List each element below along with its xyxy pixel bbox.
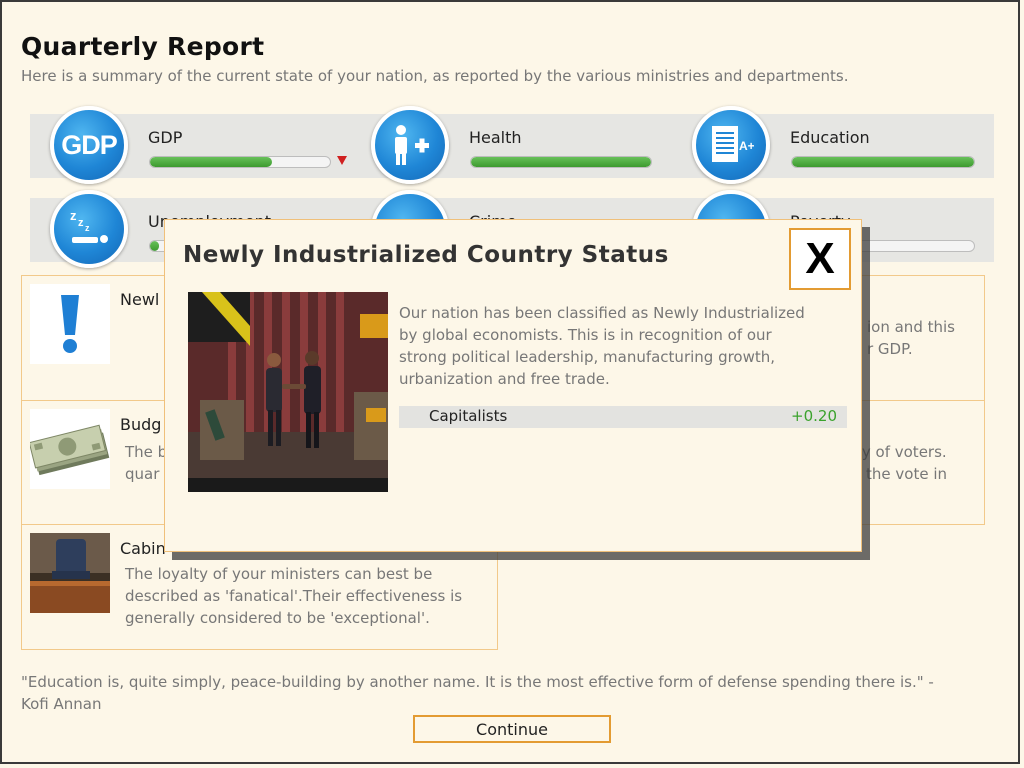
card-title: Cabin [120, 539, 166, 558]
effect-row: Capitalists +0.20 [399, 406, 847, 428]
svg-text:z: z [85, 223, 90, 233]
education-progress-bar [791, 156, 975, 168]
gdp-icon[interactable]: GDP [50, 106, 128, 184]
quote: "Education is, quite simply, peace-build… [21, 673, 934, 713]
continue-button[interactable]: Continue [413, 715, 611, 743]
card-text: The b quar [125, 443, 168, 483]
effect-group-name: Capitalists [429, 407, 508, 425]
unemployment-icon[interactable]: z z z [50, 190, 128, 268]
card-title: Newl [120, 290, 160, 309]
stat-label: Health [469, 128, 522, 147]
person-plus-icon [395, 125, 429, 165]
page-title: Quarterly Report [21, 32, 265, 61]
card-text: ion and this r GDP. [867, 318, 955, 358]
alert-icon [30, 284, 110, 364]
gdp-progress-bar [149, 156, 331, 168]
education-icon[interactable]: A+ [692, 106, 770, 184]
stat-label: Education [790, 128, 870, 147]
card-text: The loyalty of your ministers can best b… [125, 565, 463, 627]
report-card-icon: A+ [712, 126, 754, 162]
svg-text:z: z [70, 208, 77, 223]
stats-row-1: GDP GDP Health A+ Education [30, 106, 994, 184]
close-button[interactable]: X [789, 228, 851, 290]
trend-down-icon [337, 156, 347, 165]
page-subtitle: Here is a summary of the current state o… [21, 67, 849, 85]
health-icon[interactable] [371, 106, 449, 184]
effect-value: +0.20 [791, 407, 837, 425]
stat-education[interactable]: A+ Education [672, 106, 992, 184]
svg-text:z: z [78, 217, 84, 229]
svg-text:A+: A+ [739, 139, 754, 153]
stat-health[interactable]: Health [351, 106, 671, 184]
cabinet-room-image [30, 533, 110, 613]
stat-label: GDP [148, 128, 183, 147]
event-dialog: Newly Industrialized Country Status X Ou… [164, 219, 862, 552]
health-progress-bar [470, 156, 652, 168]
money-icon [30, 409, 110, 489]
stat-gdp[interactable]: GDP GDP [30, 106, 350, 184]
sleeping-person-icon: z z z [70, 208, 108, 243]
dialog-title: Newly Industrialized Country Status [183, 242, 669, 268]
handshake-image [188, 292, 388, 492]
dialog-text: Our nation has been classified as Newly … [399, 304, 805, 388]
card-title: Budg [120, 415, 162, 434]
